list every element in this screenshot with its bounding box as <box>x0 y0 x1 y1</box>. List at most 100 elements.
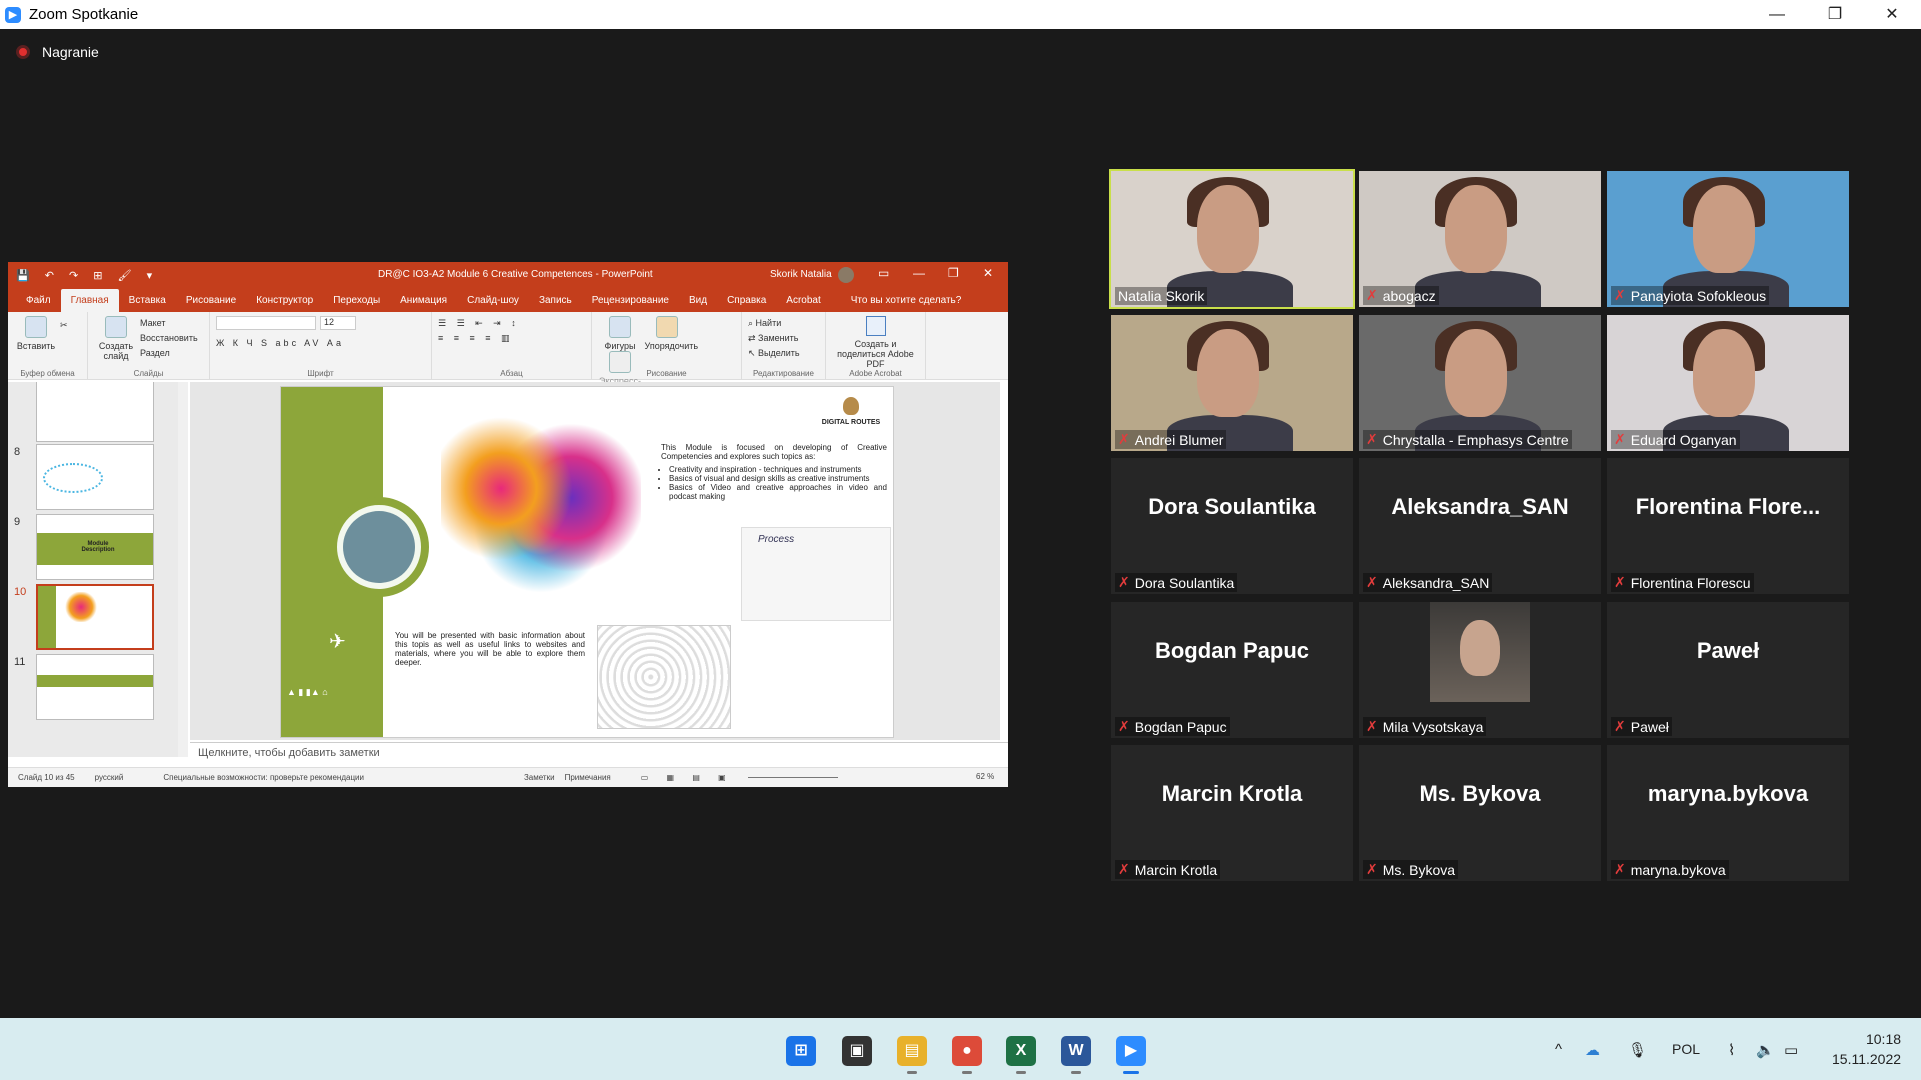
slide-thumbnail[interactable]: Module Description <box>36 514 154 580</box>
participant-name: Chrystalla - Emphasys Centre <box>1382 431 1569 448</box>
chrome-icon[interactable]: ● <box>952 1036 982 1066</box>
zoom-level[interactable]: 62 % <box>976 772 994 781</box>
acrobat-share-button[interactable]: Создать и поделиться Adobe PDF <box>832 316 919 369</box>
participant-display-name: Bogdan Papuc <box>1154 638 1309 663</box>
language-indicator[interactable]: русский <box>95 773 124 782</box>
participant-name: Natalia Skorik <box>1118 288 1205 304</box>
tab-8[interactable]: Запись <box>529 295 582 312</box>
slide-thumbnail[interactable] <box>36 444 154 510</box>
thumbnail-row[interactable]: 11 <box>8 654 178 724</box>
ppt-minimize-icon[interactable]: — <box>913 266 925 280</box>
font-size-select[interactable]: 12 <box>320 316 356 330</box>
participant-display-name: Dora Soulantika <box>1148 494 1316 519</box>
participant-tile[interactable]: ✗ abogacz <box>1359 171 1601 307</box>
tab-6[interactable]: Анимация <box>390 295 457 312</box>
microphone-icon[interactable]: 🎙 <box>1628 1041 1647 1059</box>
participant-tile[interactable]: Ms. Bykova ✗ Ms. Bykova <box>1359 745 1601 881</box>
current-slide[interactable]: ✈ ▲ ▮ ▮▲ ⌂ DIGITAL ROUTES This Module is… <box>280 386 894 738</box>
tab-2[interactable]: Вставка <box>119 295 176 312</box>
ppt-ribbon-display-icon[interactable]: ▭ <box>878 266 889 280</box>
ppt-quick-access[interactable]: 💾 ↶ ↷ ⊞ 🖌 ▾ <box>16 269 158 282</box>
tab-10[interactable]: Вид <box>679 295 717 312</box>
volume-icon[interactable]: 🔈 <box>1756 1041 1775 1059</box>
participant-tile[interactable]: Dora Soulantika ✗ Dora Soulantika <box>1111 458 1353 594</box>
paste-button[interactable]: Вставить <box>14 316 58 351</box>
slide-thumbnail[interactable] <box>36 654 154 720</box>
notes-toggle[interactable]: Заметки <box>524 773 555 782</box>
keyboard-language[interactable]: POL <box>1672 1041 1700 1057</box>
close-icon[interactable]: ✕ <box>1863 0 1921 29</box>
participant-tile[interactable]: Paweł ✗ Paweł <box>1607 602 1849 738</box>
section-button[interactable]: Раздел <box>140 346 198 361</box>
thumbnail-row[interactable]: 9 Module Description <box>8 514 178 584</box>
onedrive-icon[interactable]: ☁ <box>1585 1041 1600 1059</box>
word-icon[interactable]: W <box>1061 1036 1091 1066</box>
slide-thumbnails-pane[interactable]: 8 9 Module Description 10 11 <box>8 382 188 757</box>
wifi-icon[interactable]: ⌇ <box>1728 1041 1735 1059</box>
slide-intro-text: This Module is focused on developing of … <box>661 443 887 501</box>
tell-me-search[interactable]: Что вы хотите сделать? <box>841 295 972 312</box>
tab-7[interactable]: Слайд-шоу <box>457 295 529 312</box>
recording-indicator[interactable]: Nagranie <box>16 44 99 60</box>
participant-tile[interactable]: Natalia Skorik <box>1109 169 1355 309</box>
comments-toggle[interactable]: Примечания <box>565 773 611 782</box>
ppt-user-avatar[interactable] <box>838 267 854 283</box>
participant-tile[interactable]: ✗ Eduard Oganyan <box>1607 315 1849 451</box>
participant-tile[interactable]: Bogdan Papuc ✗ Bogdan Papuc <box>1111 602 1353 738</box>
shapes-button[interactable]: Фигуры <box>598 316 642 351</box>
arrange-button[interactable]: Упорядочить <box>645 316 698 351</box>
editing-group-label: Редактирование <box>753 369 814 378</box>
participant-tile[interactable]: ✗ Mila Vysotskaya <box>1359 602 1601 738</box>
participant-tile[interactable]: Aleksandra_SAN ✗ Aleksandra_SAN <box>1359 458 1601 594</box>
battery-icon[interactable]: ▭ <box>1784 1041 1798 1059</box>
task-view-icon[interactable]: ▣ <box>842 1036 872 1066</box>
reset-button[interactable]: Восстановить <box>140 331 198 346</box>
tab-4[interactable]: Конструктор <box>246 295 323 312</box>
system-clock[interactable]: 10:18 15.11.2022 <box>1832 1029 1901 1069</box>
tab-11[interactable]: Справка <box>717 295 776 312</box>
font-family-select[interactable] <box>216 316 316 330</box>
thumbnail-row[interactable]: 8 <box>8 444 178 514</box>
tab-3[interactable]: Рисование <box>176 295 246 312</box>
accessibility-status[interactable]: Специальные возможности: проверьте реком… <box>163 773 364 782</box>
restore-icon[interactable]: ❐ <box>1806 0 1864 29</box>
zoom-icon[interactable]: ▶ <box>1116 1036 1146 1066</box>
view-buttons[interactable]: ▭ ▦ ▤ ▣ <box>641 773 734 782</box>
tab-1[interactable]: Главная <box>60 289 119 312</box>
tab-0[interactable]: Файл <box>16 295 61 312</box>
participant-tile[interactable]: maryna.bykova ✗ maryna.bykova <box>1607 745 1849 881</box>
slide-thumbnail[interactable] <box>36 584 154 650</box>
windows-start-icon[interactable]: ⊞ <box>786 1036 816 1066</box>
participant-tile[interactable]: ✗ Panayiota Sofokleous <box>1607 171 1849 307</box>
paragraph-list-icons[interactable]: ☰ ☰ ⇤ ⇥ ↕ <box>438 316 585 331</box>
replace-button[interactable]: ⇄ Заменить <box>748 331 819 346</box>
new-slide-button[interactable]: Создать слайд <box>94 316 138 361</box>
participant-tile[interactable]: Marcin Krotla ✗ Marcin Krotla <box>1111 745 1353 881</box>
cut-icon[interactable]: ✂ <box>60 318 68 333</box>
find-button[interactable]: ⌕ Найти <box>748 316 819 331</box>
thumbnail-row[interactable]: 10 <box>8 584 178 654</box>
ppt-restore-icon[interactable]: ❐ <box>948 266 959 280</box>
slide-thumbnail[interactable] <box>36 382 154 442</box>
file-explorer-icon[interactable]: ▤ <box>897 1036 927 1066</box>
participant-tile[interactable]: Florentina Flore... ✗ Florentina Florescu <box>1607 458 1849 594</box>
paragraph-align-icons[interactable]: ≡ ≡ ≡ ≡ ▥ <box>438 331 585 346</box>
excel-icon[interactable]: X <box>1006 1036 1036 1066</box>
tray-chevron-icon[interactable]: ^ <box>1555 1041 1562 1058</box>
zoom-slider[interactable] <box>747 777 838 778</box>
participant-tile[interactable]: ✗ Chrystalla - Emphasys Centre <box>1359 315 1601 451</box>
thumbnail-row[interactable] <box>8 382 178 446</box>
minimize-icon[interactable]: — <box>1748 0 1806 29</box>
thumbnails-scrollbar[interactable] <box>178 382 188 757</box>
notes-pane[interactable]: Щелкните, чтобы добавить заметки <box>190 742 1008 764</box>
ppt-close-icon[interactable]: ✕ <box>983 266 993 280</box>
layout-button[interactable]: Макет <box>140 316 198 331</box>
participant-tile[interactable]: ✗ Andrei Blumer <box>1111 315 1353 451</box>
ribbon-group-font: 12 Ж К Ч S abc AV Аа Шрифт <box>210 312 432 380</box>
replace-label: Заменить <box>758 333 799 343</box>
tab-5[interactable]: Переходы <box>323 295 390 312</box>
select-button[interactable]: ↖ Выделить <box>748 346 819 361</box>
font-format-buttons[interactable]: Ж К Ч S abc AV Аа <box>216 336 425 351</box>
tab-12[interactable]: Acrobat <box>776 295 830 312</box>
tab-9[interactable]: Рецензирование <box>582 295 679 312</box>
